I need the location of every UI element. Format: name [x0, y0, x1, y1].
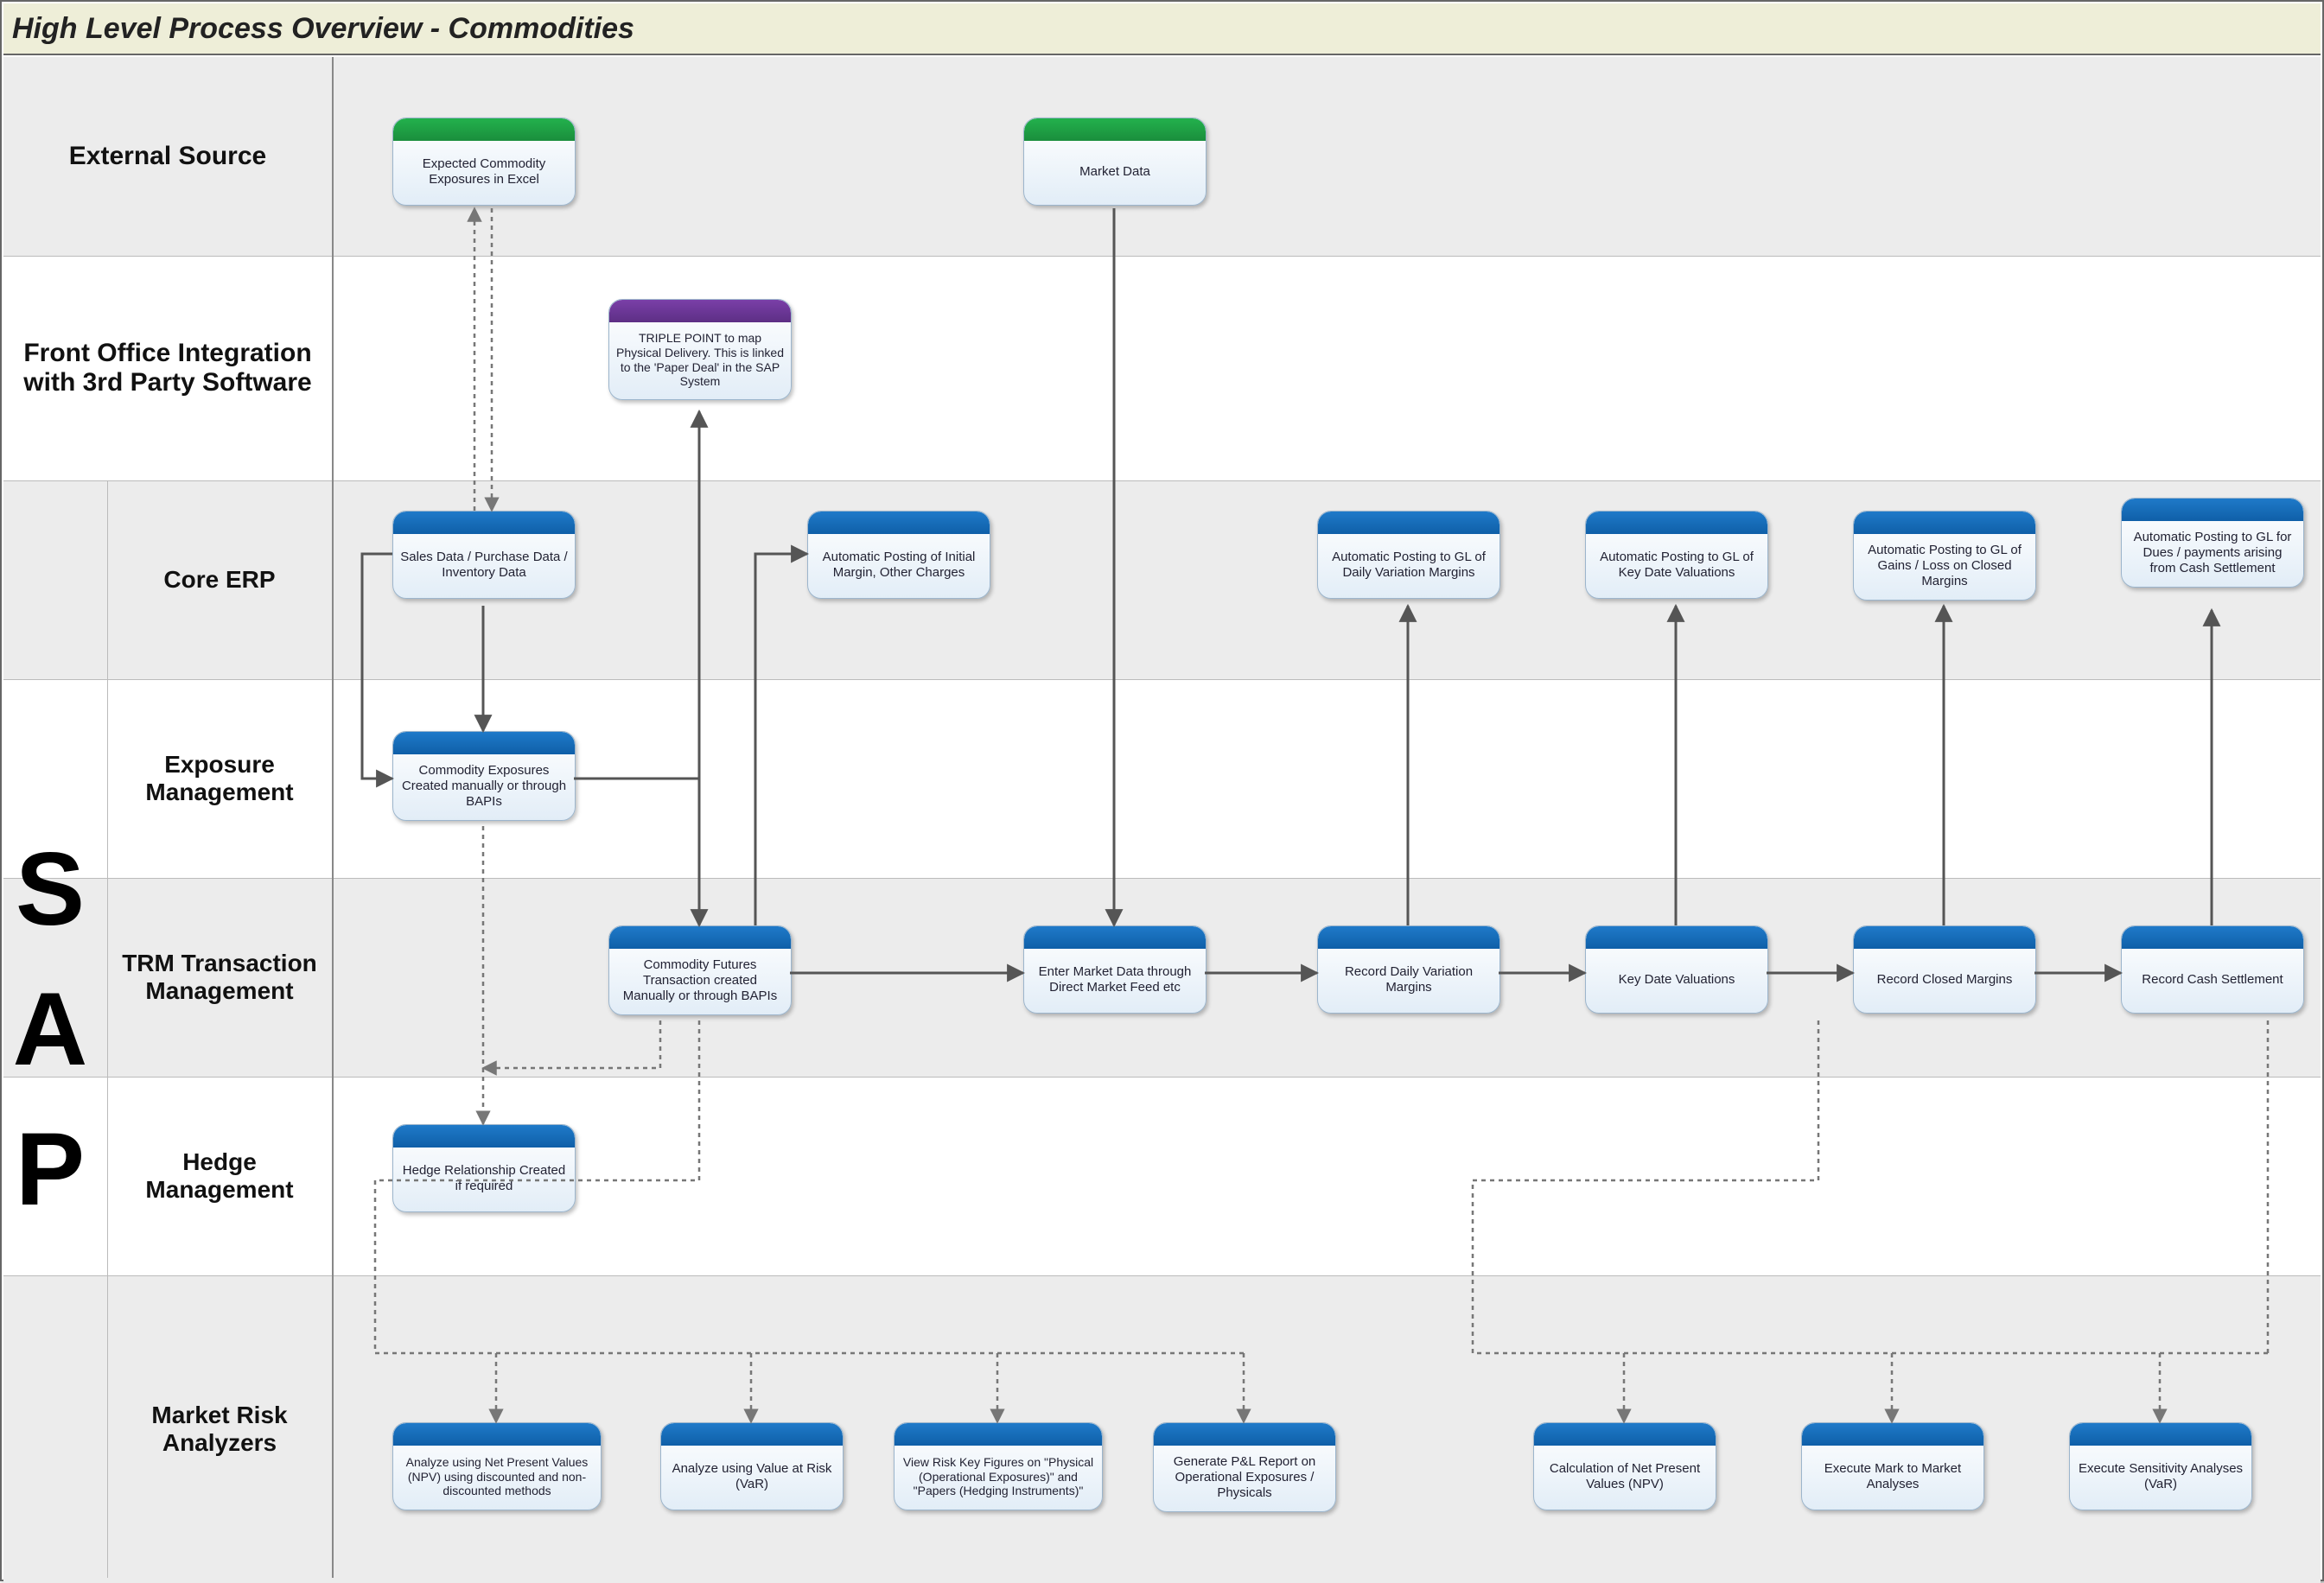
box-triple-point: TRIPLE POINT to map Physical Delivery. T…	[608, 299, 792, 400]
box-cap	[609, 926, 791, 949]
box-cap	[2122, 926, 2303, 949]
box-cap	[393, 1423, 601, 1446]
box-cap	[808, 512, 990, 534]
lane-sep	[3, 1077, 2321, 1078]
box-cap	[609, 300, 791, 322]
lane-label-market-risk: Market Risk Analyzers	[107, 1275, 332, 1583]
box-cap	[393, 512, 575, 534]
box-mr-key-figures: View Risk Key Figures on "Physical (Oper…	[894, 1422, 1103, 1510]
sap-label-text: S A P	[13, 819, 99, 1239]
box-mr-var: Analyze using Value at Risk (VaR)	[660, 1422, 844, 1510]
swimlanes-container: External Source Front Office Integration…	[3, 57, 2321, 1578]
box-cap	[1318, 926, 1499, 949]
box-body: Record Closed Margins	[1854, 949, 2035, 1013]
box-cap	[2122, 499, 2303, 521]
box-exposure-commodity: Commodity Exposures Created manually or …	[392, 731, 576, 821]
box-body: Enter Market Data through Direct Market …	[1024, 949, 1206, 1013]
box-body: View Risk Key Figures on "Physical (Oper…	[895, 1446, 1102, 1510]
box-trm-record-closed: Record Closed Margins	[1853, 925, 2036, 1014]
box-body: Hedge Relationship Created if required	[393, 1148, 575, 1211]
box-cap	[1318, 512, 1499, 534]
lane-label-external-source: External Source	[3, 57, 332, 256]
box-cap	[895, 1423, 1102, 1446]
box-external-market-data: Market Data	[1023, 118, 1207, 206]
box-cap	[1854, 926, 2035, 949]
box-body: Execute Sensitivity Analyses (VaR)	[2070, 1446, 2251, 1510]
lane-label-front-office: Front Office Integration with 3rd Party …	[3, 256, 332, 480]
box-cap	[1534, 1423, 1716, 1446]
box-erp-auto-dues: Automatic Posting to GL for Dues / payme…	[2121, 498, 2304, 588]
box-mr-npv-analyze: Analyze using Net Present Values (NPV) u…	[392, 1422, 602, 1510]
box-trm-futures: Commodity Futures Transaction created Ma…	[608, 925, 792, 1015]
box-body: Calculation of Net Present Values (NPV)	[1534, 1446, 1716, 1510]
lane-label-hedge-mgmt: Hedge Management	[107, 1077, 332, 1275]
box-body: Automatic Posting to GL of Key Date Valu…	[1586, 534, 1767, 598]
box-cap	[393, 1125, 575, 1148]
box-body: Automatic Posting to GL of Gains / Loss …	[1854, 534, 2035, 600]
lane-sep	[3, 1275, 2321, 1276]
lane-sep	[3, 256, 2321, 257]
box-erp-auto-key-date: Automatic Posting to GL of Key Date Valu…	[1585, 511, 1768, 599]
box-body: Market Data	[1024, 141, 1206, 205]
box-cap	[1024, 926, 1206, 949]
box-cap	[1586, 926, 1767, 949]
box-erp-auto-initial-margin: Automatic Posting of Initial Margin, Oth…	[807, 511, 990, 599]
box-body: Record Daily Variation Margins	[1318, 949, 1499, 1013]
box-cap	[1586, 512, 1767, 534]
box-cap	[1854, 512, 2035, 534]
box-body: Key Date Valuations	[1586, 949, 1767, 1013]
box-body: Sales Data / Purchase Data / Inventory D…	[393, 534, 575, 598]
box-body: Commodity Exposures Created manually or …	[393, 754, 575, 820]
box-erp-auto-daily-variation: Automatic Posting to GL of Daily Variati…	[1317, 511, 1500, 599]
box-mr-pnl: Generate P&L Report on Operational Expos…	[1153, 1422, 1336, 1512]
box-hedge-relationship: Hedge Relationship Created if required	[392, 1124, 576, 1212]
box-trm-record-cash: Record Cash Settlement	[2121, 925, 2304, 1014]
box-cap	[1802, 1423, 1983, 1446]
box-body: Commodity Futures Transaction created Ma…	[609, 949, 791, 1014]
box-cap	[661, 1423, 843, 1446]
box-erp-auto-gains-loss: Automatic Posting to GL of Gains / Loss …	[1853, 511, 2036, 601]
box-cap	[2070, 1423, 2251, 1446]
box-cap	[1154, 1423, 1335, 1446]
box-body: Automatic Posting to GL of Daily Variati…	[1318, 534, 1499, 598]
box-cap	[393, 118, 575, 141]
box-body: Analyze using Net Present Values (NPV) u…	[393, 1446, 601, 1510]
box-body: Record Cash Settlement	[2122, 949, 2303, 1013]
box-erp-sales: Sales Data / Purchase Data / Inventory D…	[392, 511, 576, 599]
box-trm-key-date: Key Date Valuations	[1585, 925, 1768, 1014]
lane-label-exposure-mgmt: Exposure Management	[107, 679, 332, 878]
box-mr-npv-calc: Calculation of Net Present Values (NPV)	[1533, 1422, 1716, 1510]
lane-label-trm: TRM Transaction Management	[107, 878, 332, 1077]
box-body: Execute Mark to Market Analyses	[1802, 1446, 1983, 1510]
box-body: Generate P&L Report on Operational Expos…	[1154, 1446, 1335, 1511]
lane-sep	[3, 679, 2321, 680]
box-body: TRIPLE POINT to map Physical Delivery. T…	[609, 322, 791, 399]
box-trm-record-daily: Record Daily Variation Margins	[1317, 925, 1500, 1014]
box-body: Analyze using Value at Risk (VaR)	[661, 1446, 843, 1510]
box-trm-enter-market: Enter Market Data through Direct Market …	[1023, 925, 1207, 1014]
box-external-expected-exposures: Expected Commodity Exposures in Excel	[392, 118, 576, 206]
box-mr-mark-market: Execute Mark to Market Analyses	[1801, 1422, 1984, 1510]
lane-sep	[3, 480, 2321, 481]
lane-sep	[3, 878, 2321, 879]
lane-label-core-erp: Core ERP	[107, 480, 332, 679]
swimlane-divider	[332, 57, 334, 1578]
box-body: Expected Commodity Exposures in Excel	[393, 141, 575, 205]
box-body: Automatic Posting to GL for Dues / payme…	[2122, 521, 2303, 587]
box-body: Automatic Posting of Initial Margin, Oth…	[808, 534, 990, 598]
box-cap	[393, 732, 575, 754]
box-cap	[1024, 118, 1206, 141]
diagram-page: High Level Process Overview - Commoditie…	[0, 0, 2324, 1581]
page-title: High Level Process Overview - Commoditie…	[3, 3, 2321, 55]
box-mr-sensitivity: Execute Sensitivity Analyses (VaR)	[2069, 1422, 2252, 1510]
sap-label: S A P	[3, 480, 107, 1578]
